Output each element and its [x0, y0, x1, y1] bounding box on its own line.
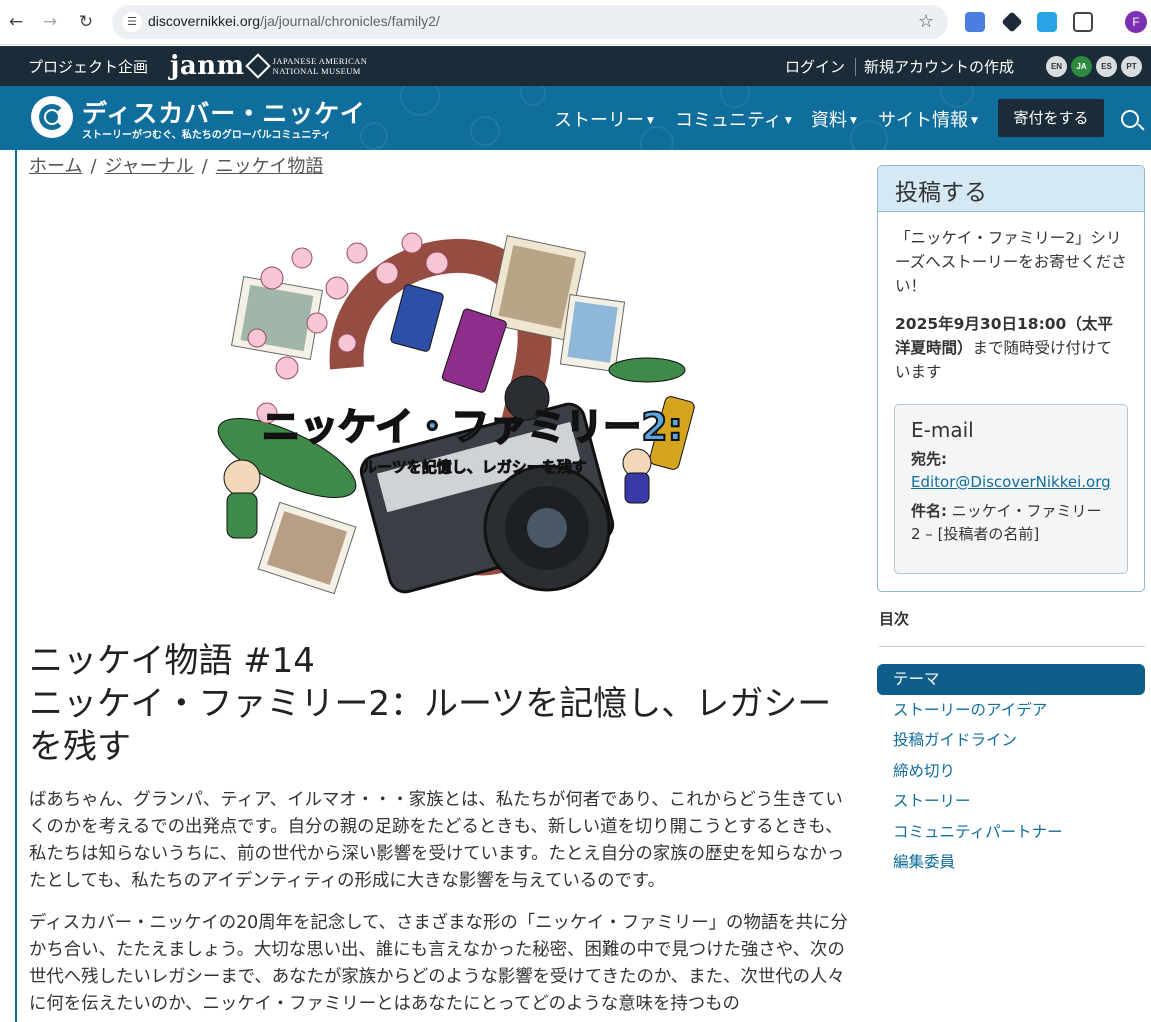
caret-down-icon: ▼: [784, 116, 792, 126]
site-tagline: ストーリーがつむぐ、私たちのグローバルコミュニティ: [82, 130, 331, 141]
article-paragraph: ばあちゃん、グランパ、ティア、イルマオ・・・家族とは、私たちが何者であり、これか…: [29, 790, 845, 891]
extension-r-icon[interactable]: [1037, 12, 1057, 32]
submit-panel-title: 投稿する: [878, 166, 1144, 212]
bookmark-star-icon[interactable]: ☆: [918, 11, 934, 32]
email-card: E-mail 宛先: Editor@DiscoverNikkei.org 件名:…: [894, 404, 1128, 574]
lang-ja[interactable]: JA: [1071, 56, 1092, 77]
extension-hex-icon[interactable]: [1001, 11, 1023, 33]
caret-down-icon: ▼: [647, 116, 654, 126]
toc-item-editorial[interactable]: 編集委員: [877, 847, 1145, 878]
submit-panel-body: 「ニッケイ・ファミリー2」シリーズへストーリーをお寄せください！ 2025年9月…: [878, 212, 1144, 398]
caret-down-icon: ▼: [850, 116, 857, 126]
main-content: ホーム / ジャーナル / ニッケイ物語 ニッケイ・ファミリー2: ルーツを記憶…: [15, 150, 1151, 1022]
nav-stories[interactable]: ストーリー ▼: [554, 106, 654, 132]
submit-invitation: 「ニッケイ・ファミリー2」シリーズへストーリーをお寄せください！: [895, 229, 1127, 295]
address-bar[interactable]: ☰ discovernikkei.org/ja/journal/chronicl…: [112, 5, 948, 39]
lang-en[interactable]: EN: [1046, 56, 1067, 77]
breadcrumb-home[interactable]: ホーム: [29, 156, 82, 177]
breadcrumb-chronicles[interactable]: ニッケイ物語: [216, 156, 324, 177]
reload-icon[interactable]: ↻: [74, 10, 98, 34]
article-paragraph: ディスカバー・ニッケイの20周年を記念して、さまざまな形の「ニッケイ・ファミリー…: [29, 913, 848, 1014]
email-address-link[interactable]: Editor@DiscoverNikkei.org: [911, 473, 1111, 491]
article-title: ニッケイ物語 #14 ニッケイ・ファミリー2：ルーツを記憶し、レガシーを残す: [29, 640, 859, 769]
toc-list: テーマ ストーリーのアイデア 投稿ガイドライン 締め切り ストーリー コミュニテ…: [877, 664, 1145, 878]
signup-link[interactable]: 新規アカウントの作成: [864, 56, 1014, 77]
email-heading: E-mail: [911, 418, 974, 442]
site-header: ディスカバー・ニッケイ ストーリーがつむぐ、私たちのグローバルコミュニティ スト…: [0, 86, 1151, 150]
lang-pt[interactable]: PT: [1121, 56, 1142, 77]
divider: [855, 58, 856, 76]
site-settings-icon[interactable]: ☰: [122, 12, 142, 32]
lang-es[interactable]: ES: [1096, 56, 1117, 77]
toc-item-stories[interactable]: ストーリー: [877, 786, 1145, 817]
site-name[interactable]: ディスカバー・ニッケイ: [82, 94, 366, 130]
toc-item-story-ideas[interactable]: ストーリーのアイデア: [877, 695, 1145, 726]
translate-extension-icon[interactable]: [965, 12, 985, 32]
breadcrumb-journal[interactable]: ジャーナル: [105, 156, 194, 177]
submit-deadline: 2025年9月30日18:00（太平洋夏時間）まで随時受け付けています: [895, 315, 1113, 381]
back-arrow-icon[interactable]: ←: [4, 10, 28, 34]
toc-item-deadline[interactable]: 締め切り: [877, 756, 1145, 787]
toc-divider: [879, 646, 1145, 647]
projects-link[interactable]: プロジェクト企画: [28, 56, 148, 77]
discover-nikkei-logo-icon[interactable]: [31, 96, 73, 138]
utility-bar: プロジェクト企画 janm JAPANESE AMERICAN NATIONAL …: [0, 46, 1151, 86]
janm-logo[interactable]: janm JAPANESE AMERICAN NATIONAL MUSEUM: [170, 50, 367, 82]
nav-resources[interactable]: 資料 ▼: [811, 106, 857, 132]
profile-avatar[interactable]: F: [1125, 11, 1147, 33]
toc-title: 目次: [879, 610, 910, 628]
breadcrumb: ホーム / ジャーナル / ニッケイ物語: [29, 156, 324, 177]
url-text[interactable]: discovernikkei.org/ja/journal/chronicles…: [148, 13, 440, 29]
browser-toolbar: ← → ↻ ☰ discovernikkei.org/ja/journal/ch…: [0, 0, 1151, 45]
toc-item-theme[interactable]: テーマ: [877, 664, 1145, 695]
toc-item-partners[interactable]: コミュニティパートナー: [877, 817, 1145, 848]
illustration-subtitle: ルーツを記憶し、レガシーを残す: [362, 458, 587, 476]
login-link[interactable]: ログイン: [785, 56, 845, 77]
extensions-puzzle-icon[interactable]: [1073, 12, 1093, 32]
toc-item-guidelines[interactable]: 投稿ガイドライン: [877, 725, 1145, 756]
donate-button[interactable]: 寄付をする: [998, 99, 1104, 137]
caret-down-icon: ▼: [971, 116, 978, 126]
submit-panel: 投稿する 「ニッケイ・ファミリー2」シリーズへストーリーをお寄せください！ 20…: [877, 165, 1145, 592]
article-title-line2: ニッケイ・ファミリー2：ルーツを記憶し、レガシーを残す: [29, 684, 832, 767]
article-title-line1: ニッケイ物語 #14: [29, 641, 315, 681]
forward-arrow-icon[interactable]: →: [38, 10, 62, 34]
janm-diamond-icon: [244, 53, 271, 79]
janm-subtitle: JAPANESE AMERICAN NATIONAL MUSEUM: [272, 56, 368, 76]
email-subject-label: 件名:: [911, 502, 947, 520]
nav-about[interactable]: サイト情報 ▼: [878, 106, 978, 132]
illustration-title: ニッケイ・ファミリー2:: [262, 405, 683, 449]
nav-community[interactable]: コミュニティ ▼: [675, 106, 792, 132]
search-icon[interactable]: [1121, 110, 1139, 128]
series-illustration: ニッケイ・ファミリー2: ルーツを記憶し、レガシーを残す: [217, 232, 695, 595]
janm-wordmark: janm: [170, 51, 245, 81]
email-to-label: 宛先:: [911, 450, 947, 468]
